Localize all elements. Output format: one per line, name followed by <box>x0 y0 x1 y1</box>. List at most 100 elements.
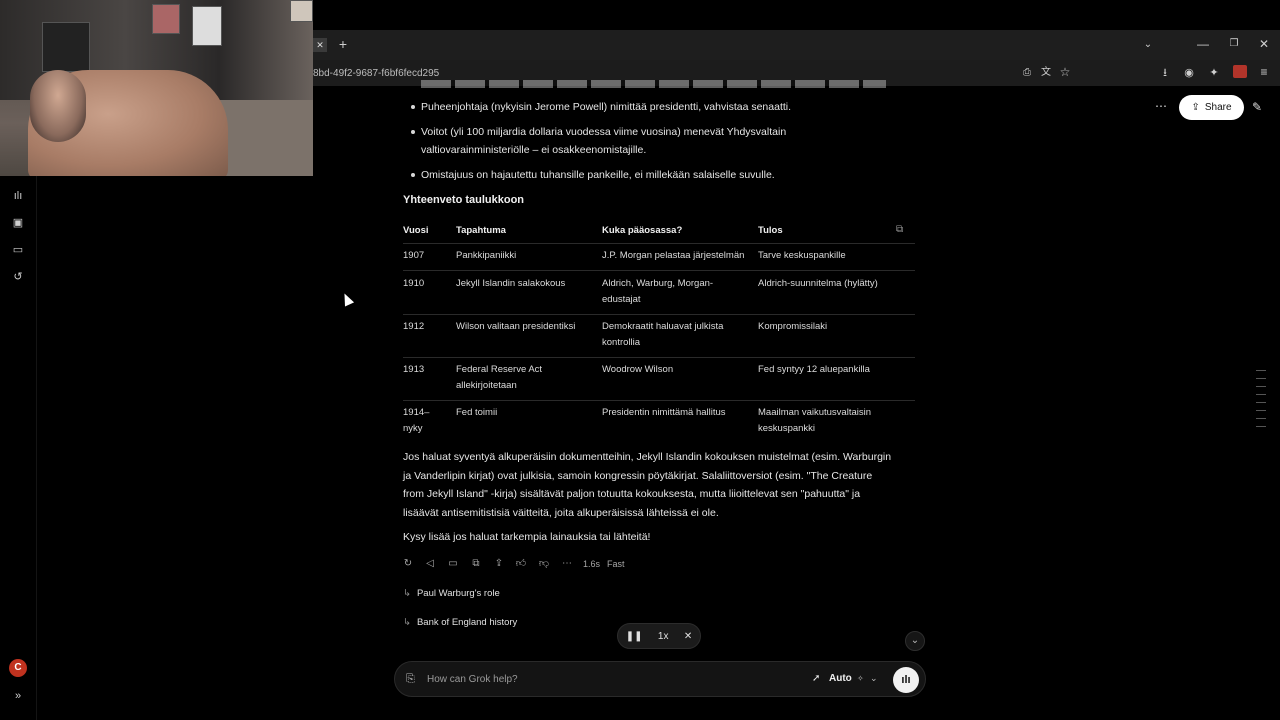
bullet-dot <box>411 105 415 109</box>
browser-menu-icon[interactable]: ≡ <box>1257 65 1271 79</box>
pause-icon[interactable]: ❚❚ <box>626 631 643 642</box>
close-player-icon[interactable]: ✕ <box>684 631 692 642</box>
response-time: 1.6s <box>583 559 601 569</box>
table-cell-event: Fed toimii <box>456 407 498 418</box>
table-cell-year: 1914– <box>403 407 430 418</box>
bullet-text: Omistajuus on hajautettu tuhansille pank… <box>421 169 775 181</box>
more-options-icon[interactable]: ⋯ <box>1155 99 1167 113</box>
translate-icon[interactable]: 文 <box>1039 66 1053 80</box>
share-icon[interactable]: ⇪ <box>492 557 506 571</box>
audio-player: ❚❚ 1x ✕ <box>617 623 701 649</box>
install-app-icon[interactable]: ⎙ <box>1020 66 1034 80</box>
table-cell-result: Tarve keskuspankille <box>758 250 846 261</box>
followup-suggestion[interactable]: ↳ Paul Warburg's role <box>403 588 500 599</box>
regenerate-icon[interactable]: ↻ <box>401 557 415 571</box>
downloads-icon[interactable]: ⭳ <box>1158 66 1172 80</box>
minimap-tick <box>1256 426 1266 427</box>
table-cell-who: J.P. Morgan pelastaa järjestelmän <box>602 250 745 261</box>
column-header-who: Kuka pääosassa? <box>602 225 683 236</box>
table-cell-year: 1913 <box>403 364 425 375</box>
mouse-cursor-icon <box>339 291 355 307</box>
table-cell-result: Kompromissilaki <box>758 321 828 332</box>
minimap-tick <box>1256 402 1266 403</box>
bullet-dot <box>411 173 415 177</box>
table-divider <box>403 357 915 358</box>
image-icon[interactable]: ▣ <box>10 215 26 231</box>
comment-icon[interactable]: ▭ <box>446 557 460 571</box>
closing-line: Kysy lisää jos haluat tarkempia lainauks… <box>403 531 651 543</box>
table-cell-year: 1907 <box>403 250 425 261</box>
table-cell-event: Wilson valitaan presidentiksi <box>456 321 576 332</box>
column-header-event: Tapahtuma <box>456 225 506 236</box>
bookmark-star-icon[interactable]: ☆ <box>1058 65 1072 79</box>
voice-mode-button[interactable]: ılı <box>893 667 919 693</box>
table-cell-year: 1910 <box>403 278 425 289</box>
avatar[interactable]: C <box>9 659 27 677</box>
table-cell-who-cont: kontrollia <box>602 337 641 348</box>
paragraph-line: from Jekyll Island" -kirja) sisältävät p… <box>403 488 861 500</box>
webcam-head <box>30 70 86 142</box>
followup-suggestion[interactable]: ↳ Bank of England history <box>403 617 517 628</box>
table-cell-result: Maailman vaikutusvaltaisin <box>758 407 871 418</box>
table-cell-event-cont: allekirjoitetaan <box>456 380 517 391</box>
table-cell-who: Demokraatit haluavat julkista <box>602 321 724 332</box>
share-button[interactable]: ⇪ Share <box>1179 95 1244 120</box>
table-divider <box>403 400 915 401</box>
paragraph-line: lisäävät antisemitistisiä väitteitä, joi… <box>403 506 719 519</box>
profile-icon[interactable]: ◉ <box>1182 66 1196 80</box>
speaker-icon[interactable]: ◁ <box>423 557 437 571</box>
column-header-result: Tulos <box>758 225 783 236</box>
tab-search-icon[interactable]: ⌄ <box>1141 38 1155 52</box>
folder-icon[interactable]: ▭ <box>10 242 26 258</box>
scroll-to-bottom-icon[interactable]: ⌄ <box>905 631 925 651</box>
thumbs-down-icon[interactable]: 👎︎ <box>537 557 551 571</box>
minimap-tick <box>1256 410 1266 411</box>
column-header-year: Vuosi <box>403 225 429 236</box>
reply-arrow-icon: ↳ <box>403 588 411 599</box>
playback-speed[interactable]: 1x <box>658 631 669 642</box>
bullet-dot <box>411 130 415 134</box>
extension-badge-icon[interactable] <box>1233 65 1247 78</box>
history-icon[interactable]: ↺ <box>10 269 26 285</box>
table-cell-event: Jekyll Islandin salakokous <box>456 278 566 289</box>
restore-icon[interactable]: ❐ <box>1227 37 1241 51</box>
table-cell-result: Aldrich-suunnitelma (hylätty) <box>758 278 878 289</box>
webcam-poster <box>192 6 222 46</box>
tab-close-icon[interactable]: ✕ <box>313 38 327 52</box>
new-chat-icon[interactable]: ✎ <box>1252 100 1262 114</box>
response-mode: Fast <box>607 559 625 569</box>
url-text[interactable]: 8bd-49f2-9687-f6bf6fecd295 <box>313 68 439 79</box>
followup-label: Paul Warburg's role <box>416 588 500 599</box>
close-window-icon[interactable]: ✕ <box>1257 37 1271 51</box>
model-selector[interactable]: Auto <box>829 673 852 684</box>
minimap-tick <box>1256 386 1266 387</box>
webcam-poster <box>152 4 180 34</box>
minimap-tick <box>1256 378 1266 379</box>
webcam-poster <box>42 22 90 72</box>
extensions-icon[interactable]: ✦ <box>1207 66 1221 80</box>
table-divider <box>403 314 915 315</box>
attach-icon[interactable]: ⎘ <box>406 673 415 686</box>
table-cell-result: Fed syntyy 12 aluepankilla <box>758 364 870 375</box>
table-cell-event: Federal Reserve Act <box>456 364 543 375</box>
more-icon[interactable]: ⋯ <box>560 557 574 571</box>
new-tab-icon[interactable]: + <box>336 37 350 51</box>
copy-table-icon[interactable]: ⧉ <box>896 224 903 235</box>
table-cell-who: Presidentin nimittämä hallitus <box>602 407 726 418</box>
table-cell-who: Woodrow Wilson <box>602 364 674 375</box>
prompt-input[interactable]: How can Grok help? <box>427 674 518 685</box>
minimize-icon[interactable]: — <box>1196 37 1210 51</box>
bullet-text: Puheenjohtaja (nykyisin Jerome Powell) n… <box>421 101 792 113</box>
table-divider <box>403 243 915 244</box>
webcam-overlay <box>0 0 313 176</box>
thumbs-up-icon[interactable]: 👍︎ <box>514 557 528 571</box>
followup-label: Bank of England history <box>416 617 518 628</box>
expand-sidebar-icon[interactable]: » <box>10 688 26 704</box>
voice-wave-icon[interactable]: ılı <box>10 188 26 204</box>
chevron-down-icon[interactable]: ⌄ <box>870 673 878 684</box>
copy-icon[interactable]: ⧉ <box>469 557 483 571</box>
minimap-tick <box>1256 370 1266 371</box>
bullet-text: Voitot (yli 100 miljardia dollaria vuode… <box>421 126 787 138</box>
bullet-text-continued: valtiovarainministeriölle – ei osakkeeno… <box>421 144 647 156</box>
clipped-text-line <box>421 80 886 88</box>
